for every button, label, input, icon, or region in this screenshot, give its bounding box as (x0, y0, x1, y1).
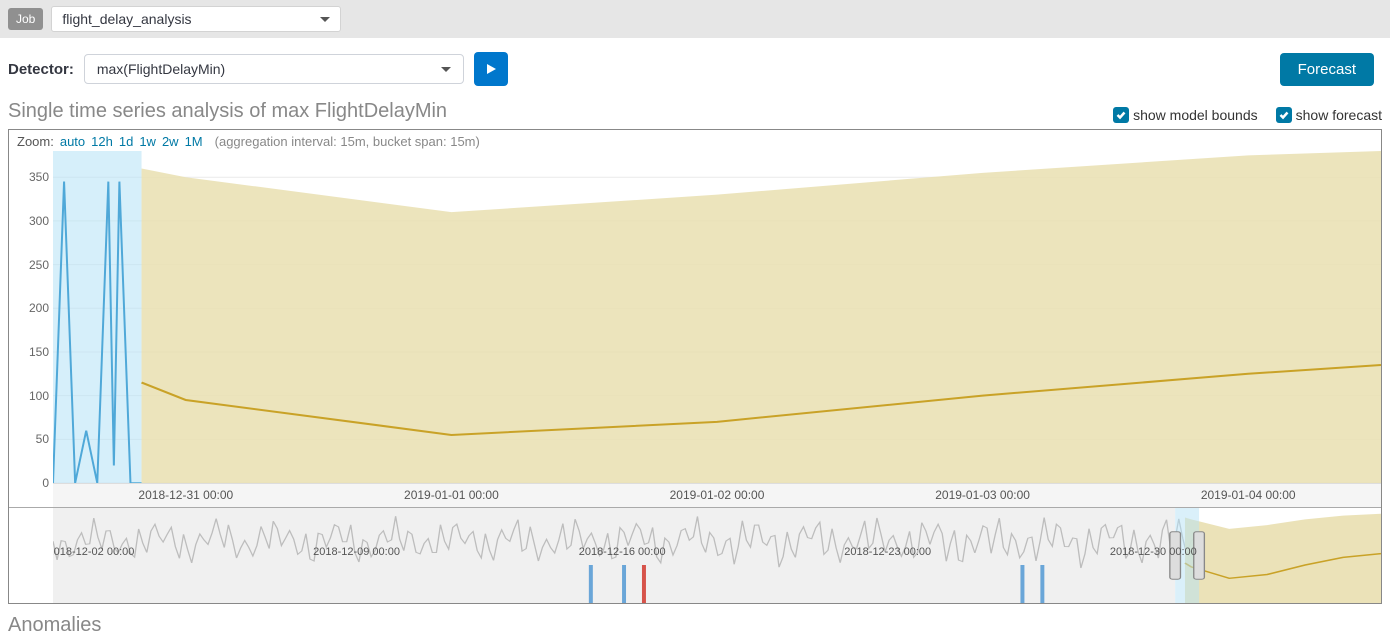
anomalies-heading: Anomalies (0, 604, 1390, 637)
detector-row: Detector: max(FlightDelayMin) Forecast (0, 38, 1390, 94)
zoom-1m[interactable]: 1M (185, 134, 203, 149)
subtitle-row: Single time series analysis of max Fligh… (0, 94, 1390, 125)
toggle-model-bounds[interactable]: show model bounds (1113, 107, 1258, 123)
zoom-12h[interactable]: 12h (91, 134, 113, 149)
checkbox-icon (1113, 107, 1129, 123)
zoom-label: Zoom: (17, 134, 54, 149)
top-bar: Job flight_delay_analysis (0, 0, 1390, 38)
context-plot-area[interactable]: 2018-12-02 00:002018-12-09 00:002018-12-… (53, 508, 1381, 603)
aggregation-note: (aggregation interval: 15m, bucket span:… (215, 134, 480, 149)
zoom-auto[interactable]: auto (60, 134, 85, 149)
checkbox-icon (1276, 107, 1292, 123)
job-select-value: flight_delay_analysis (62, 11, 191, 27)
play-icon (484, 62, 498, 76)
context-chart: 2018-12-02 00:002018-12-09 00:002018-12-… (9, 507, 1381, 603)
page-subtitle: Single time series analysis of max Fligh… (8, 100, 447, 123)
chevron-down-icon (320, 17, 330, 22)
chart-svg (53, 151, 1381, 483)
chart-toggles: show model bounds show forecast (1113, 107, 1382, 123)
forecast-button[interactable]: Forecast (1280, 53, 1374, 86)
main-chart: 050100150200250300350 (9, 151, 1381, 483)
zoom-2w[interactable]: 2w (162, 134, 179, 149)
x-axis: 2018-12-31 00:002019-01-01 00:002019-01-… (53, 483, 1381, 507)
toggle-model-bounds-label: show model bounds (1133, 107, 1258, 123)
zoom-1d[interactable]: 1d (119, 134, 133, 149)
zoom-1w[interactable]: 1w (139, 134, 156, 149)
detector-select-value: max(FlightDelayMin) (97, 61, 225, 77)
chevron-down-icon (441, 67, 451, 72)
toggle-forecast[interactable]: show forecast (1276, 107, 1382, 123)
chart-plot-area[interactable] (53, 151, 1381, 483)
toggle-forecast-label: show forecast (1296, 107, 1382, 123)
job-badge: Job (8, 8, 43, 30)
detector-label: Detector: (8, 61, 74, 78)
chart-container: Zoom: auto 12h 1d 1w 2w 1M (aggregation … (8, 129, 1382, 604)
context-svg (53, 508, 1381, 603)
detector-select[interactable]: max(FlightDelayMin) (84, 54, 464, 84)
job-select[interactable]: flight_delay_analysis (51, 6, 341, 32)
y-axis: 050100150200250300350 (9, 151, 53, 483)
zoom-controls: Zoom: auto 12h 1d 1w 2w 1M (aggregation … (9, 130, 1381, 151)
play-button[interactable] (474, 52, 508, 86)
